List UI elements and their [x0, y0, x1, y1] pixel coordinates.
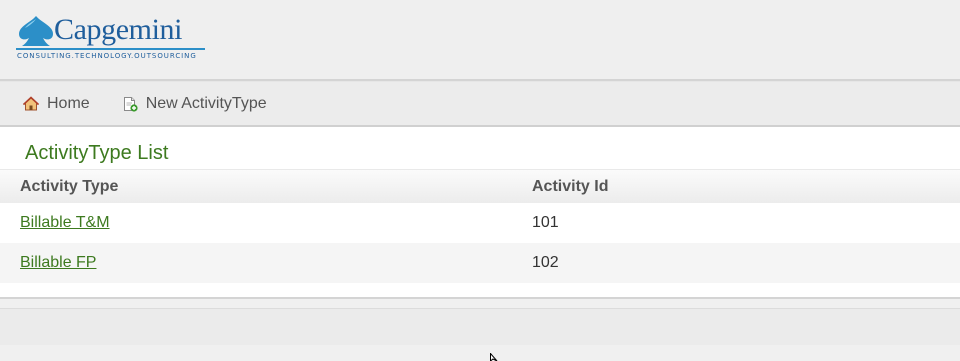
nav-home-link[interactable]: Home	[23, 95, 90, 113]
activity-type-link[interactable]: Billable FP	[20, 254, 96, 271]
nav-home-label: Home	[47, 94, 90, 112]
activity-id-cell: 102	[532, 254, 559, 271]
main-content: ActivityType List Activity Type Activity…	[0, 127, 960, 297]
logo-divider	[16, 48, 205, 50]
spade-icon	[19, 16, 53, 46]
activity-type-link[interactable]: Billable T&M	[20, 214, 110, 231]
page-title: ActivityType List	[0, 127, 960, 170]
brand-tagline: CONSULTING.TECHNOLOGY.OUTSOURCING	[17, 52, 197, 60]
activity-type-cell: Billable T&M	[0, 203, 512, 243]
page-footer	[0, 309, 960, 345]
nav-new-activitytype-label: New ActivityType	[145, 94, 267, 112]
capgemini-logo[interactable]: Capgemini CONSULTING.TECHNOLOGY.OUTSOURC…	[16, 13, 206, 62]
table-row: Billable FP 102	[0, 243, 960, 283]
app-header: Capgemini CONSULTING.TECHNOLOGY.OUTSOURC…	[0, 0, 960, 81]
content-divider	[0, 297, 960, 309]
column-header-activity-type[interactable]: Activity Type	[0, 170, 512, 203]
activity-type-cell: Billable FP	[0, 243, 512, 283]
nav-new-activitytype-link[interactable]: New ActivityType	[122, 95, 267, 113]
table-header-row: Activity Type Activity Id	[0, 170, 960, 203]
nav-bar: Home New ActivityType	[0, 81, 960, 127]
brand-name: Capgemini	[54, 13, 183, 46]
home-icon	[23, 95, 39, 110]
activity-id-cell: 101	[532, 214, 559, 231]
mouse-cursor-icon	[490, 353, 498, 361]
activitytype-table: Activity Type Activity Id Billable T&M 1…	[0, 170, 960, 283]
new-document-icon	[123, 96, 138, 112]
column-header-activity-id[interactable]: Activity Id	[512, 170, 960, 203]
table-row: Billable T&M 101	[0, 203, 960, 243]
